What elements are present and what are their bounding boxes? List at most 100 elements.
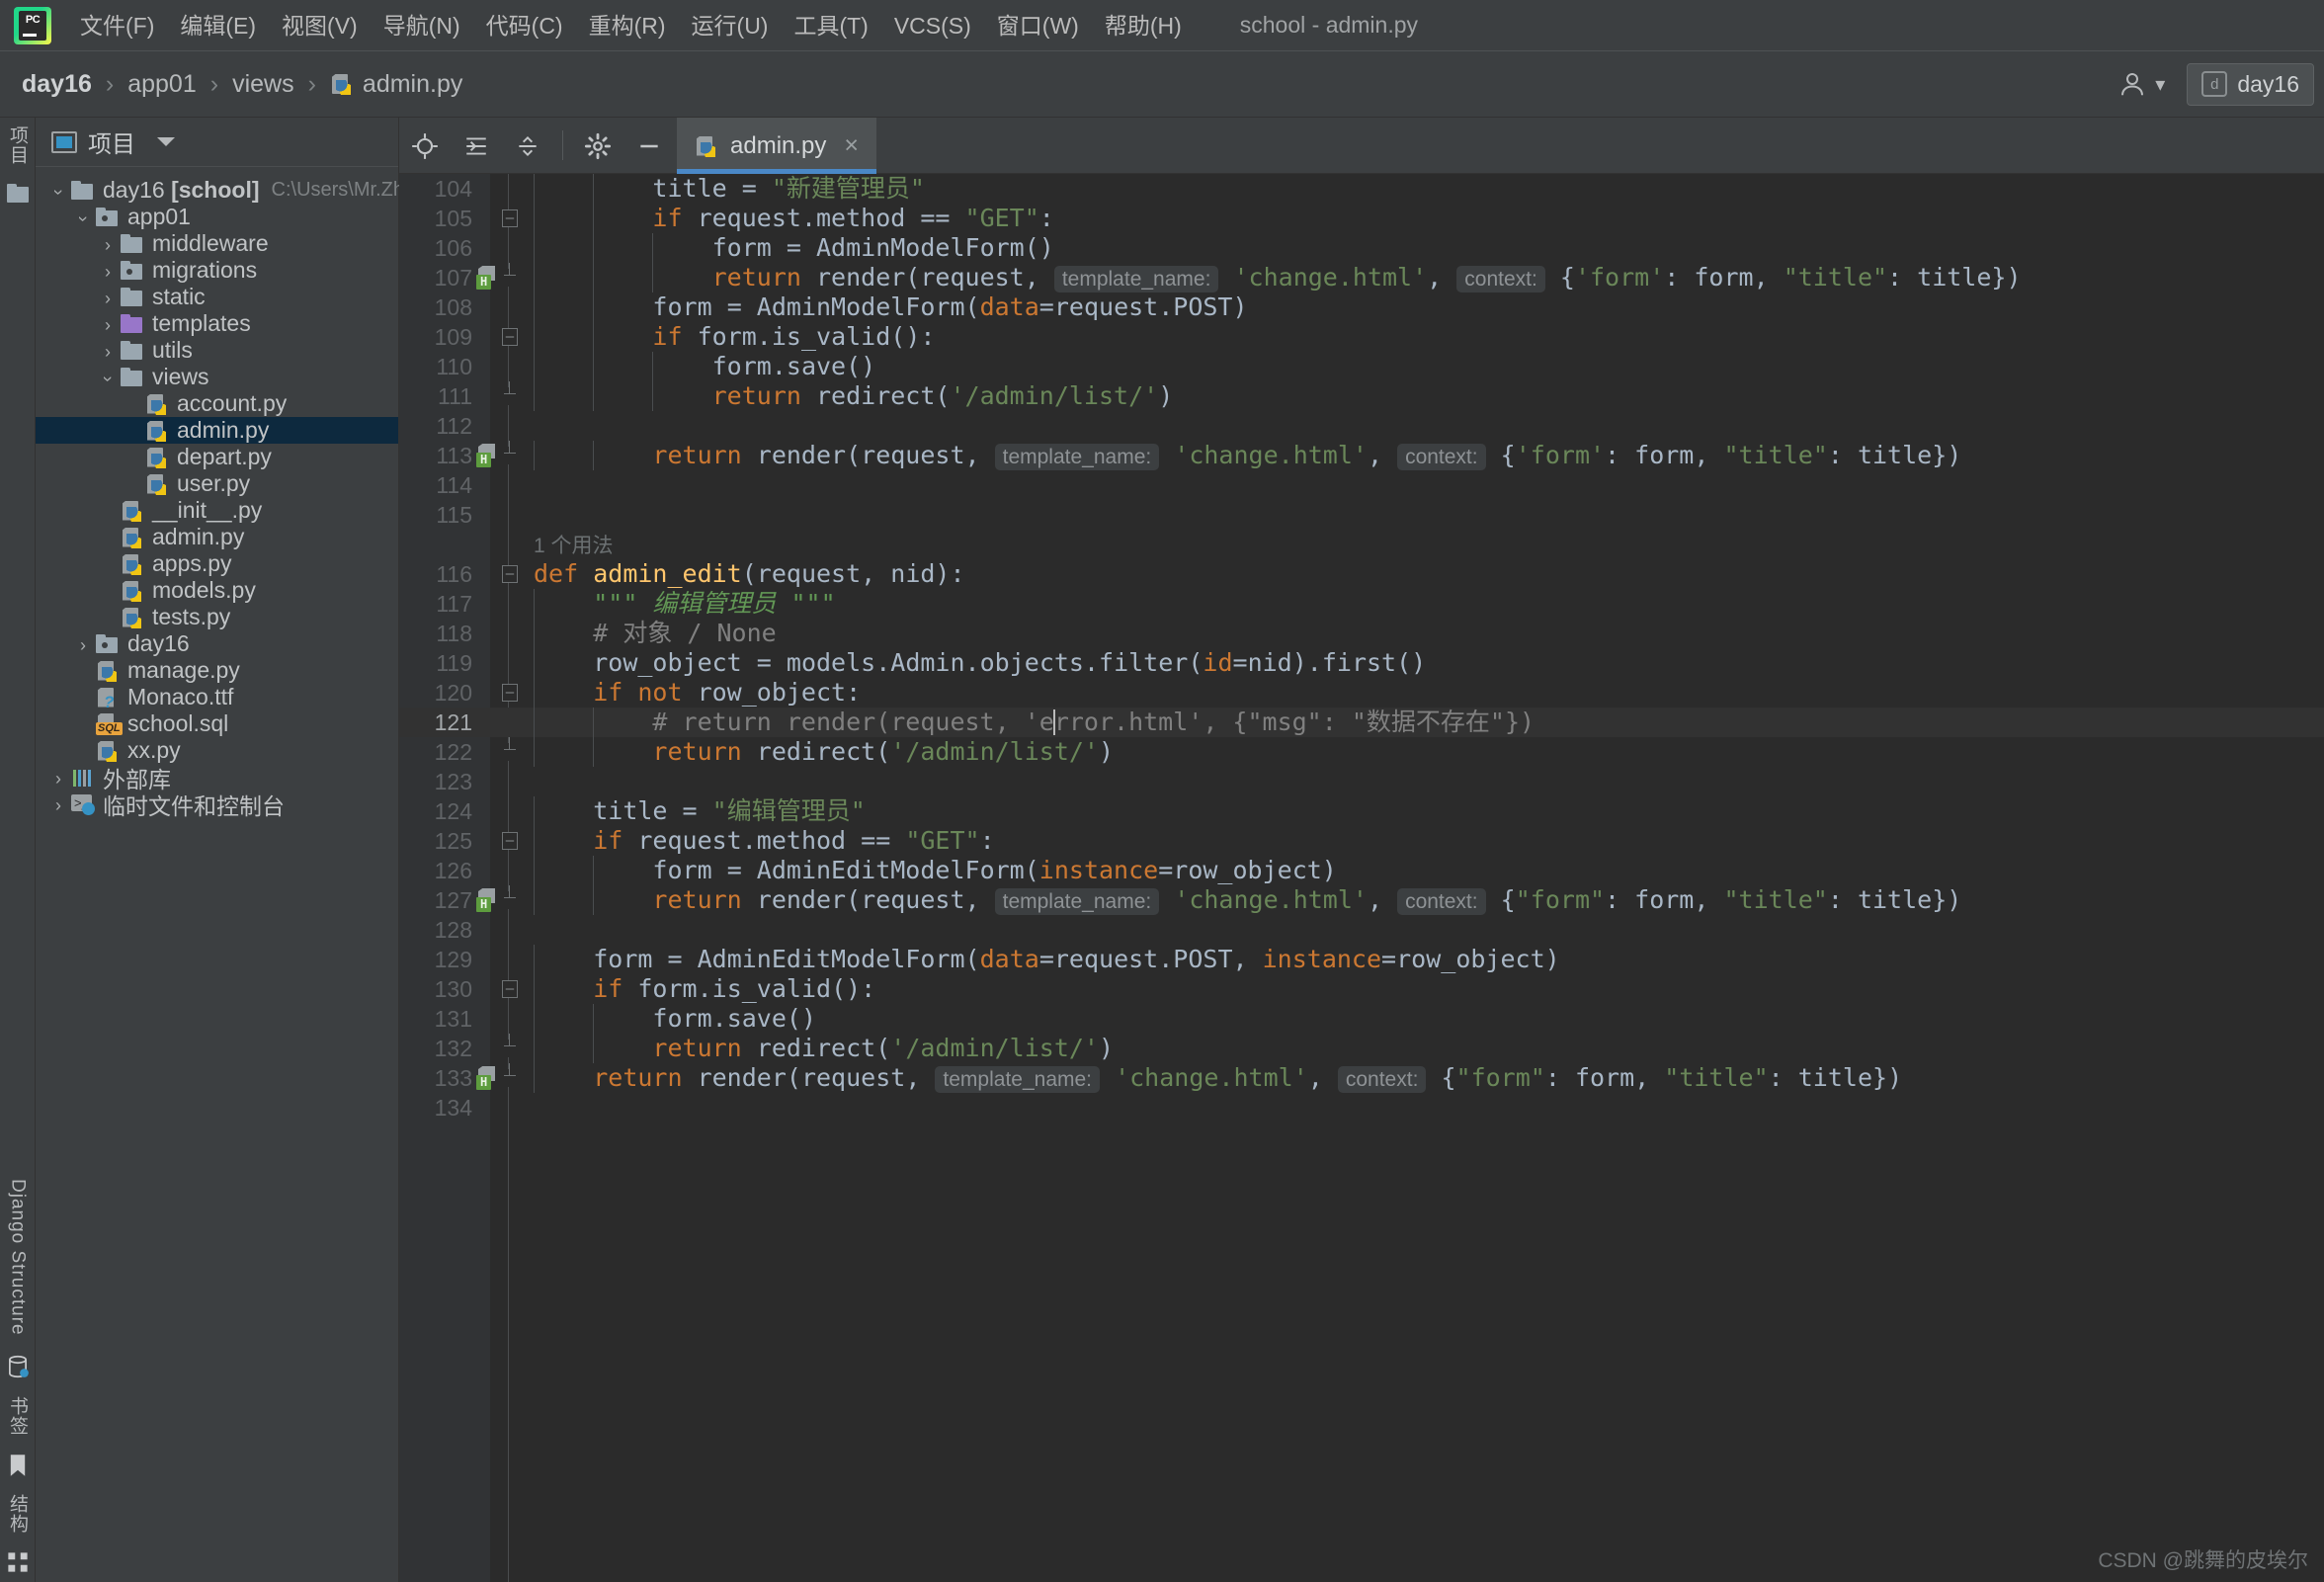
tree-item-day16[interactable]: › day16 bbox=[36, 630, 398, 657]
gutter-html-badge-icon[interactable]: H bbox=[476, 444, 500, 467]
tree-item-templates[interactable]: › templates bbox=[36, 310, 398, 337]
tree-item-depart.py[interactable]: depart.py bbox=[36, 444, 398, 470]
fold-collapse-icon[interactable]: ‒ bbox=[502, 328, 518, 346]
menu-refactor[interactable]: 重构(R) bbox=[576, 0, 679, 51]
fold-collapse-icon[interactable]: ‒ bbox=[502, 980, 518, 998]
code-line-122[interactable]: 122 return redirect('/admin/list/') bbox=[399, 737, 2324, 767]
close-icon[interactable]: × bbox=[844, 131, 859, 160]
chevron-down-icon[interactable] bbox=[157, 137, 175, 146]
code-line-107[interactable]: 107 H return render(request, template_nam… bbox=[399, 263, 2324, 292]
rail-button-bookmarks[interactable]: 书签 bbox=[4, 1388, 31, 1444]
tree-item-models.py[interactable]: models.py bbox=[36, 577, 398, 604]
gutter-html-badge-icon[interactable]: H bbox=[476, 266, 500, 290]
code-line-106[interactable]: 106 form = AdminModelForm() bbox=[399, 233, 2324, 263]
gutter-html-badge-icon[interactable]: H bbox=[476, 888, 500, 912]
twisty-collapsed-icon[interactable]: › bbox=[45, 791, 71, 817]
twisty-collapsed-icon[interactable]: › bbox=[95, 284, 121, 310]
menu-vcs[interactable]: VCS(S) bbox=[881, 0, 984, 51]
code-line-120[interactable]: 120 ‒ if not row_object: bbox=[399, 678, 2324, 708]
tree-item-manage.py[interactable]: manage.py bbox=[36, 657, 398, 684]
collapse-all-icon[interactable] bbox=[502, 118, 553, 174]
menu-navigate[interactable]: 导航(N) bbox=[371, 0, 473, 51]
twisty-collapsed-icon[interactable]: › bbox=[95, 310, 121, 337]
fold-end-icon[interactable] bbox=[502, 885, 518, 909]
fold-end-icon[interactable] bbox=[502, 263, 518, 287]
tree-item-account.py[interactable]: account.py bbox=[36, 390, 398, 417]
locate-file-icon[interactable] bbox=[399, 118, 451, 174]
menu-code[interactable]: 代码(C) bbox=[473, 0, 576, 51]
code-line-121[interactable]: 121 # return render(request, 'error.html… bbox=[399, 708, 2324, 737]
breadcrumb-item-views[interactable]: views bbox=[232, 70, 294, 99]
twisty-expanded-icon[interactable]: › bbox=[45, 177, 71, 204]
code-line-119[interactable]: 119 row_object = models.Admin.objects.fi… bbox=[399, 648, 2324, 678]
menu-edit[interactable]: 编辑(E) bbox=[167, 0, 269, 51]
user-account-button[interactable]: ▾ bbox=[2104, 63, 2179, 105]
breadcrumb-item-adminpy[interactable]: admin.py bbox=[363, 70, 462, 99]
twisty-collapsed-icon[interactable]: › bbox=[95, 230, 121, 257]
code-line-128[interactable]: 128 bbox=[399, 915, 2324, 945]
twisty-collapsed-icon[interactable]: › bbox=[95, 337, 121, 364]
project-tree[interactable]: › day16 [school] C:\Users\Mr.Zhijun\Deskt ›… bbox=[36, 167, 491, 819]
code-line-132[interactable]: 132 return redirect('/admin/list/') bbox=[399, 1034, 2324, 1063]
code-line-111[interactable]: 111 return redirect('/admin/list/') bbox=[399, 381, 2324, 411]
code-line-116[interactable]: 116 ‒ def admin_edit(request, nid): bbox=[399, 559, 2324, 589]
code-line-112[interactable]: 112 bbox=[399, 411, 2324, 441]
code-line-115[interactable]: 115 bbox=[399, 500, 2324, 530]
menu-run[interactable]: 运行(U) bbox=[679, 0, 782, 51]
fold-collapse-icon[interactable]: ‒ bbox=[502, 832, 518, 850]
expand-all-icon[interactable] bbox=[451, 118, 502, 174]
breadcrumb-item-day16[interactable]: day16 bbox=[22, 70, 92, 99]
tree-item-migrations[interactable]: › migrations bbox=[36, 257, 398, 284]
code-line-124[interactable]: 124 title = "编辑管理员" bbox=[399, 796, 2324, 826]
twisty-expanded-icon[interactable]: › bbox=[95, 364, 121, 390]
tree-item-views[interactable]: › views bbox=[36, 364, 398, 390]
fold-end-icon[interactable] bbox=[502, 737, 518, 761]
fold-end-icon[interactable] bbox=[502, 381, 518, 405]
fold-collapse-icon[interactable]: ‒ bbox=[502, 565, 518, 583]
code-line-114[interactable]: 114 bbox=[399, 470, 2324, 500]
code-line-117[interactable]: 117 """ 编辑管理员 """ bbox=[399, 589, 2324, 619]
tree-item-tests.py[interactable]: tests.py bbox=[36, 604, 398, 630]
menu-view[interactable]: 视图(V) bbox=[269, 0, 371, 51]
fold-end-icon[interactable] bbox=[502, 1063, 518, 1087]
rail-folder-icon[interactable] bbox=[6, 183, 29, 209]
fold-collapse-icon[interactable]: ‒ bbox=[502, 684, 518, 702]
code-line-133[interactable]: 133 H return render(request, template_nam… bbox=[399, 1063, 2324, 1093]
tree-item-school.sql[interactable]: SQL school.sql bbox=[36, 710, 398, 737]
gutter-html-badge-icon[interactable]: H bbox=[476, 1066, 500, 1090]
code-line-105[interactable]: 105 ‒ if request.method == "GET": bbox=[399, 204, 2324, 233]
code-line-134[interactable]: 134 bbox=[399, 1093, 2324, 1123]
twisty-collapsed-icon[interactable]: › bbox=[70, 630, 96, 657]
code-line-104[interactable]: 104 title = "新建管理员" bbox=[399, 174, 2324, 204]
tree-item-user.py[interactable]: user.py bbox=[36, 470, 398, 497]
tree-item-admin.py[interactable]: admin.py bbox=[36, 524, 398, 550]
tree-item-admin.py[interactable]: admin.py bbox=[36, 417, 398, 444]
code-line-109[interactable]: 109 ‒ if form.is_valid(): bbox=[399, 322, 2324, 352]
code-line-110[interactable]: 110 form.save() bbox=[399, 352, 2324, 381]
code-line-123[interactable]: 123 bbox=[399, 767, 2324, 796]
menu-window[interactable]: 窗口(W) bbox=[984, 0, 1092, 51]
editor-tab-admin-py[interactable]: admin.py × bbox=[677, 118, 876, 174]
tree-item-static[interactable]: › static bbox=[36, 284, 398, 310]
tree-item-monaco.ttf[interactable]: ? Monaco.ttf bbox=[36, 684, 398, 711]
rail-button-structure[interactable]: 结构 bbox=[4, 1486, 31, 1541]
code-line-108[interactable]: 108 form = AdminModelForm(data=request.P… bbox=[399, 292, 2324, 322]
code-line-131[interactable]: 131 form.save() bbox=[399, 1004, 2324, 1034]
twisty-collapsed-icon[interactable]: › bbox=[45, 764, 71, 791]
code-line-125[interactable]: 125 ‒ if request.method == "GET": bbox=[399, 826, 2324, 856]
menu-help[interactable]: 帮助(H) bbox=[1092, 0, 1195, 51]
twisty-expanded-icon[interactable]: › bbox=[70, 204, 96, 230]
tree-item-xx.py[interactable]: xx.py bbox=[36, 737, 398, 764]
fold-collapse-icon[interactable]: ‒ bbox=[502, 209, 518, 227]
code-line-130[interactable]: 130 ‒ if form.is_valid(): bbox=[399, 974, 2324, 1004]
tree-item-middleware[interactable]: › middleware bbox=[36, 230, 398, 257]
tree-item--[interactable]: › 临时文件和控制台 bbox=[36, 791, 398, 819]
code-line-113[interactable]: 113 H return render(request, template_nam… bbox=[399, 441, 2324, 470]
rail-button-project[interactable]: 项目 bbox=[4, 118, 31, 173]
tree-item-day16[interactable]: › day16 [school] C:\Users\Mr.Zhijun\Deskt bbox=[36, 177, 491, 204]
bookmark-icon[interactable] bbox=[8, 1454, 28, 1482]
code-line-118[interactable]: 118 # 对象 / None bbox=[399, 619, 2324, 648]
menu-file[interactable]: 文件(F) bbox=[67, 0, 167, 51]
tree-item-__init__.py[interactable]: __init__.py bbox=[36, 497, 398, 524]
code-line-127[interactable]: 127 H return render(request, template_nam… bbox=[399, 885, 2324, 915]
